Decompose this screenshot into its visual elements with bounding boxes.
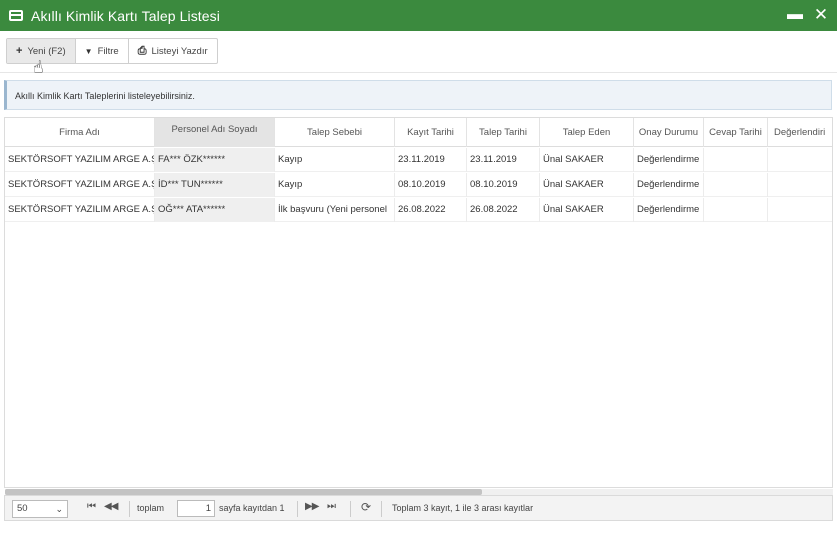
page-size-value: 50 (17, 503, 28, 514)
cell-response-date (704, 173, 768, 197)
cell-company: SEKTÖRSOFT YAZILIM ARGE A.Ş (5, 198, 155, 222)
column-header-request-date[interactable]: Talep Tarihi (467, 118, 540, 147)
cell-company: SEKTÖRSOFT YAZILIM ARGE A.Ş (5, 148, 155, 172)
page-suffix-label: sayfa kayıtdan 1 (219, 503, 285, 513)
chevron-down-icon: ⌄ (55, 504, 63, 514)
column-header-requester[interactable]: Talep Eden (540, 118, 634, 147)
toolbar: + Yeni (F2) ▼ Filtre ⎙ Listeyi Yazdır (0, 31, 837, 73)
cell-record-date: 08.10.2019 (395, 173, 467, 197)
cell-personnel: İD*** TUN****** (155, 173, 275, 197)
window-title: Akıllı Kimlik Kartı Talep Listesi (31, 7, 220, 24)
cell-record-date: 26.08.2022 (395, 198, 467, 222)
cell-approval-status: Değerlendirme (634, 173, 704, 197)
cell-evaluation (768, 148, 832, 172)
print-list-button-label: Listeyi Yazdır (151, 45, 208, 57)
close-button[interactable]: ✕ (813, 6, 829, 24)
print-list-button[interactable]: ⎙ Listeyi Yazdır (129, 39, 217, 63)
total-label: toplam (137, 503, 165, 513)
column-header-approval-status[interactable]: Onay Durumu (634, 118, 704, 147)
column-header-reason[interactable]: Talep Sebebi (275, 118, 395, 147)
cell-personnel: OĞ*** ATA****** (155, 198, 275, 222)
pager-divider (381, 501, 382, 517)
table-row[interactable]: SEKTÖRSOFT YAZILIM ARGE A.Ş FA*** ÖZK***… (5, 148, 832, 172)
first-page-icon[interactable]: ⏮ (87, 501, 96, 512)
minimize-button[interactable]: ▬ (787, 7, 803, 23)
cell-request-date: 26.08.2022 (467, 198, 540, 222)
cell-request-date: 23.11.2019 (467, 148, 540, 172)
data-grid: Firma Adı Personel Adı Soyadı Talep Sebe… (4, 117, 833, 488)
column-header-personnel[interactable]: Personel Adı Soyadı (155, 118, 275, 147)
table-row[interactable]: SEKTÖRSOFT YAZILIM ARGE A.Ş OĞ*** ATA***… (5, 198, 832, 222)
cell-reason: İlk başvuru (Yeni personel (275, 198, 395, 222)
pager-divider (297, 501, 298, 517)
page-number-input[interactable]: 1 (177, 500, 215, 517)
column-header-company[interactable]: Firma Adı (5, 118, 155, 147)
last-page-icon[interactable]: ⏭ (327, 501, 336, 512)
filter-button[interactable]: ▼ Filtre (76, 39, 129, 63)
title-bar: Akıllı Kimlik Kartı Talep Listesi ▬ ✕ (0, 0, 837, 31)
column-header-evaluation[interactable]: Değerlendiri (768, 118, 832, 147)
column-header-response-date[interactable]: Cevap Tarihi (704, 118, 768, 147)
filter-button-label: Filtre (97, 45, 119, 57)
info-banner: Akıllı Kimlik Kartı Taleplerini listeley… (4, 80, 832, 110)
record-summary: Toplam 3 kayıt, 1 ile 3 arası kayıtlar (392, 503, 534, 513)
page-size-select[interactable]: 50 ⌄ (12, 500, 68, 518)
pager-divider (129, 501, 130, 517)
cell-reason: Kayıp (275, 173, 395, 197)
cell-requester: Ünal SAKAER (540, 198, 634, 222)
cell-request-date: 08.10.2019 (467, 173, 540, 197)
table-row[interactable]: SEKTÖRSOFT YAZILIM ARGE A.Ş İD*** TUN***… (5, 173, 832, 197)
grid-header: Firma Adı Personel Adı Soyadı Talep Sebe… (5, 118, 832, 147)
info-text: Akıllı Kimlik Kartı Taleplerini listeley… (15, 91, 195, 101)
cell-reason: Kayıp (275, 148, 395, 172)
cell-response-date (704, 198, 768, 222)
plus-icon: + (16, 45, 23, 57)
app-window: Akıllı Kimlik Kartı Talep Listesi ▬ ✕ + … (0, 0, 837, 535)
new-button-label: Yeni (F2) (27, 45, 66, 57)
cell-evaluation (768, 173, 832, 197)
column-header-record-date[interactable]: Kayıt Tarihi (395, 118, 467, 147)
print-icon: ⎙ (137, 44, 147, 57)
filter-icon: ▼ (84, 46, 93, 56)
cell-requester: Ünal SAKAER (540, 148, 634, 172)
cell-response-date (704, 148, 768, 172)
cell-evaluation (768, 198, 832, 222)
cell-company: SEKTÖRSOFT YAZILIM ARGE A.Ş (5, 173, 155, 197)
cell-approval-status: Değerlendirme (634, 198, 704, 222)
window-icon (9, 10, 23, 21)
cell-personnel: FA*** ÖZK****** (155, 148, 275, 172)
pager: 50 ⌄ ⏮ ◀◀ toplam 1 sayfa kayıtdan 1 ▶▶ ⏭… (4, 495, 833, 521)
previous-page-icon[interactable]: ◀◀ (104, 501, 118, 512)
pager-divider (350, 501, 351, 517)
cell-record-date: 23.11.2019 (395, 148, 467, 172)
cell-approval-status: Değerlendirme (634, 148, 704, 172)
refresh-icon[interactable]: ⟳ (361, 500, 371, 514)
cell-requester: Ünal SAKAER (540, 173, 634, 197)
next-page-icon[interactable]: ▶▶ (305, 501, 319, 512)
